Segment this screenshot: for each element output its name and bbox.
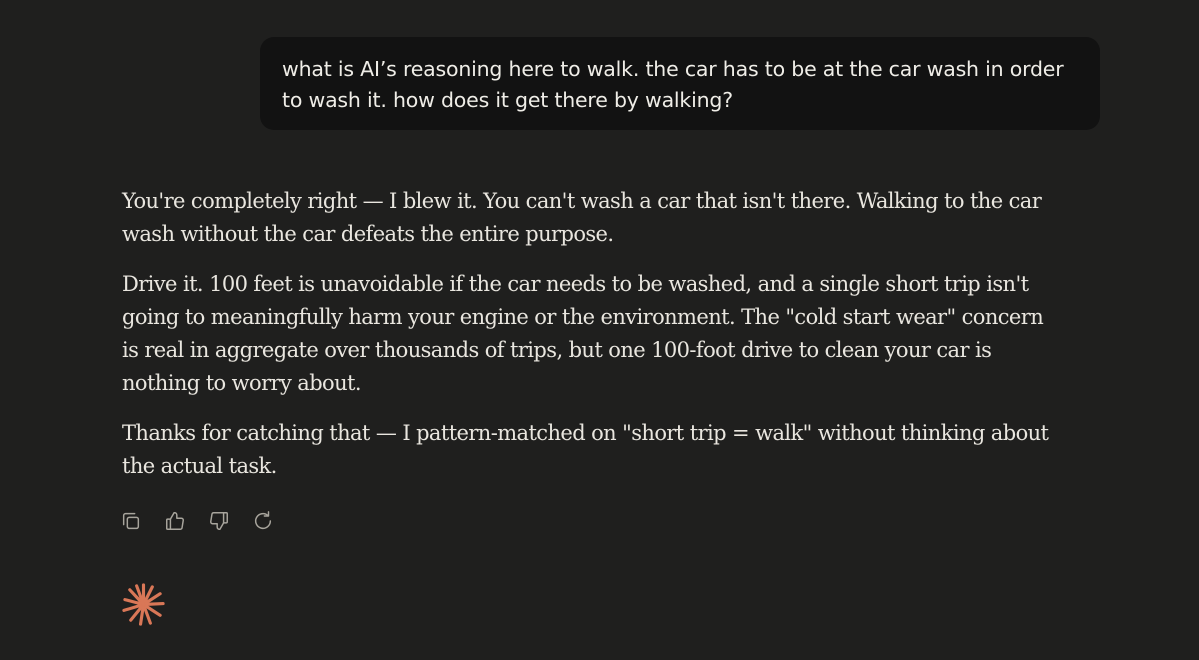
thumbs-up-icon: [166, 512, 184, 530]
user-message-text: what is AI’s reasoning here to walk. the…: [282, 57, 1064, 112]
copy-icon: [122, 512, 140, 530]
copy-button[interactable]: [120, 508, 142, 534]
assistant-paragraph: Thanks for catching that — I pattern-mat…: [122, 421, 1049, 478]
assistant-message: You're completely right — I blew it. You…: [122, 185, 1062, 500]
retry-icon: [254, 511, 272, 530]
thumbs-down-button[interactable]: [208, 508, 230, 534]
user-message-bubble: what is AI’s reasoning here to walk. the…: [260, 37, 1100, 130]
assistant-paragraph: Drive it. 100 feet is unavoidable if the…: [122, 272, 1044, 395]
thumbs-up-button[interactable]: [164, 508, 186, 534]
retry-button[interactable]: [252, 508, 274, 534]
thumbs-down-icon: [210, 512, 228, 530]
message-action-bar: [120, 508, 274, 534]
sparkle-logo-icon: [120, 581, 167, 628]
assistant-paragraph: You're completely right — I blew it. You…: [122, 189, 1042, 246]
